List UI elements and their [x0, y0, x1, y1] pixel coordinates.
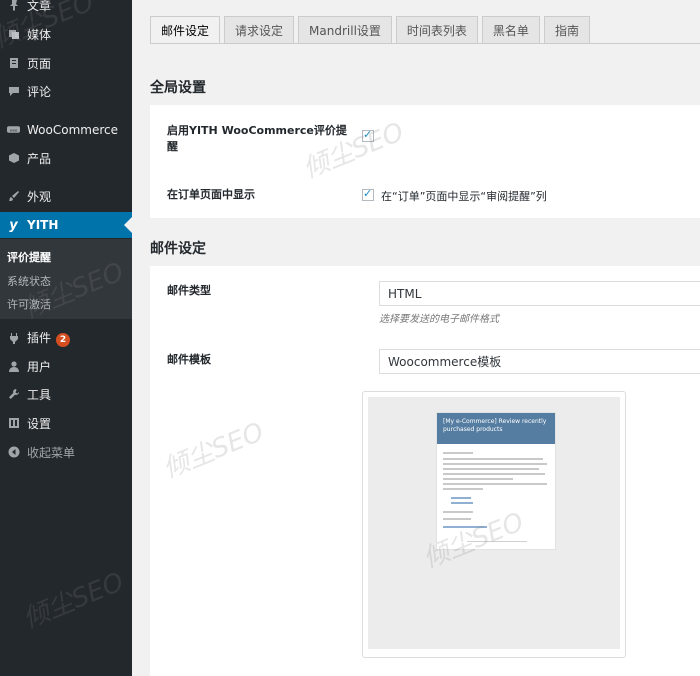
- settings-tabs: 邮件设定 请求设定 Mandrill设置 时间表列表 黑名单 指南: [150, 0, 594, 44]
- mail-type-description: 选择要发送的电子邮件格式: [379, 314, 499, 325]
- svg-text:woo: woo: [10, 128, 18, 132]
- product-icon: [7, 152, 20, 165]
- settings-icon: [7, 417, 20, 430]
- menu-tools-label: 工具: [27, 387, 52, 402]
- mail-settings-title: 邮件设定: [150, 241, 206, 257]
- yith-submenu: 评价提醒 系统状态 许可激活: [0, 239, 132, 319]
- email-text-line: [443, 483, 547, 485]
- menu-plugins-label: 插件 2: [27, 329, 71, 347]
- tab-blocklist[interactable]: 黑名单: [481, 16, 540, 44]
- menu-pages-label: 页面: [27, 56, 52, 71]
- menu-plugins[interactable]: 插件 2: [0, 325, 132, 351]
- yith-icon: y: [9, 217, 18, 233]
- email-text-line: [443, 458, 543, 460]
- menu-appearance-label: 外观: [27, 189, 52, 204]
- tab-schedule-list[interactable]: 时间表列表: [395, 16, 478, 44]
- email-text-line: [443, 463, 547, 465]
- enable-reminder-label: 启用YITH WooCommerce评价提醒: [167, 124, 347, 153]
- email-text-line: [443, 511, 473, 513]
- menu-comments[interactable]: 评论: [0, 78, 132, 104]
- submenu-review-reminder[interactable]: 评价提醒: [7, 249, 51, 265]
- pin-icon: [7, 0, 20, 12]
- plugin-icon: [7, 332, 20, 345]
- menu-posts-label: 文章: [27, 0, 52, 13]
- tab-mandrill-settings[interactable]: Mandrill设置: [298, 16, 392, 44]
- email-footer-line: [467, 541, 527, 542]
- menu-tools[interactable]: 工具: [0, 381, 132, 407]
- mail-template-label: 邮件模板: [167, 353, 211, 366]
- collapse-menu-label: 收起菜单: [27, 445, 76, 460]
- tab-guide[interactable]: 指南: [543, 16, 590, 44]
- collapse-icon: [7, 446, 20, 459]
- menu-woocommerce-label: WooCommerce: [27, 123, 118, 137]
- tab-mail-settings[interactable]: 邮件设定: [150, 16, 221, 44]
- email-text-line: [443, 473, 545, 475]
- menu-products[interactable]: 产品: [0, 145, 132, 171]
- email-link-line: [451, 497, 471, 499]
- preview-background: [My e-Commerce] Review recently purchase…: [368, 397, 620, 649]
- email-text-line: [443, 468, 539, 470]
- menu-comments-label: 评论: [27, 84, 52, 99]
- email-text-line: [443, 478, 513, 480]
- submenu-system-status[interactable]: 系统状态: [7, 273, 51, 289]
- menu-posts[interactable]: 文章: [0, 0, 132, 18]
- menu-yith-label: YITH: [27, 218, 59, 232]
- menu-yith[interactable]: y YITH: [0, 212, 132, 238]
- menu-media-label: 媒体: [27, 27, 52, 42]
- show-in-orders-label: 在订单页面中显示: [167, 188, 255, 201]
- menu-users[interactable]: 用户: [0, 353, 132, 379]
- global-settings-title: 全局设置: [150, 80, 206, 96]
- email-text-line: [443, 452, 473, 454]
- menu-media[interactable]: 媒体: [0, 21, 132, 47]
- page-icon: [7, 57, 20, 70]
- menu-pages[interactable]: 页面: [0, 50, 132, 76]
- menu-settings-label: 设置: [27, 416, 52, 431]
- menu-products-label: 产品: [27, 151, 52, 166]
- show-in-orders-checkbox[interactable]: [362, 187, 374, 201]
- user-icon: [7, 360, 20, 373]
- email-text-line: [443, 518, 471, 520]
- menu-woocommerce[interactable]: woo WooCommerce: [0, 117, 132, 143]
- menu-settings[interactable]: 设置: [0, 410, 132, 436]
- admin-sidebar: 文章 媒体 页面 评论 woo WooCommerce 产品 外观 y YITH…: [0, 0, 132, 676]
- tabs-divider: [150, 43, 700, 44]
- wrench-icon: [7, 388, 20, 401]
- global-settings-panel: 启用YITH WooCommerce评价提醒 在订单页面中显示 在“订单”页面中…: [150, 105, 700, 218]
- show-in-orders-text: 在“订单”页面中显示“审阅提醒”列: [381, 190, 547, 203]
- menu-users-label: 用户: [27, 359, 52, 374]
- media-icon: [7, 28, 20, 41]
- mail-template-value: Woocommerce模板: [388, 355, 502, 369]
- email-text-line: [443, 488, 483, 490]
- mail-type-label: 邮件类型: [167, 284, 211, 297]
- email-link-line: [451, 502, 473, 504]
- collapse-menu[interactable]: 收起菜单: [0, 439, 132, 465]
- menu-appearance[interactable]: 外观: [0, 183, 132, 209]
- tab-request-settings[interactable]: 请求设定: [224, 16, 295, 44]
- email-preview: [My e-Commerce] Review recently purchase…: [436, 412, 556, 550]
- mail-type-value: HTML: [388, 286, 422, 301]
- mail-template-select[interactable]: Woocommerce模板 ▼: [379, 349, 700, 374]
- email-preview-header: [My e-Commerce] Review recently purchase…: [437, 413, 555, 444]
- email-link-line: [443, 526, 487, 528]
- plugin-update-badge: 2: [56, 333, 71, 347]
- brush-icon: [7, 190, 20, 203]
- main-content: 邮件设定 请求设定 Mandrill设置 时间表列表 黑名单 指南 全局设置 启…: [132, 0, 700, 676]
- template-preview: [My e-Commerce] Review recently purchase…: [362, 391, 626, 658]
- submenu-license-activation[interactable]: 许可激活: [7, 296, 51, 312]
- enable-reminder-checkbox[interactable]: [362, 128, 374, 142]
- mail-type-select[interactable]: HTML ▼: [379, 281, 700, 306]
- comment-icon: [7, 85, 20, 98]
- woo-icon: woo: [7, 124, 20, 137]
